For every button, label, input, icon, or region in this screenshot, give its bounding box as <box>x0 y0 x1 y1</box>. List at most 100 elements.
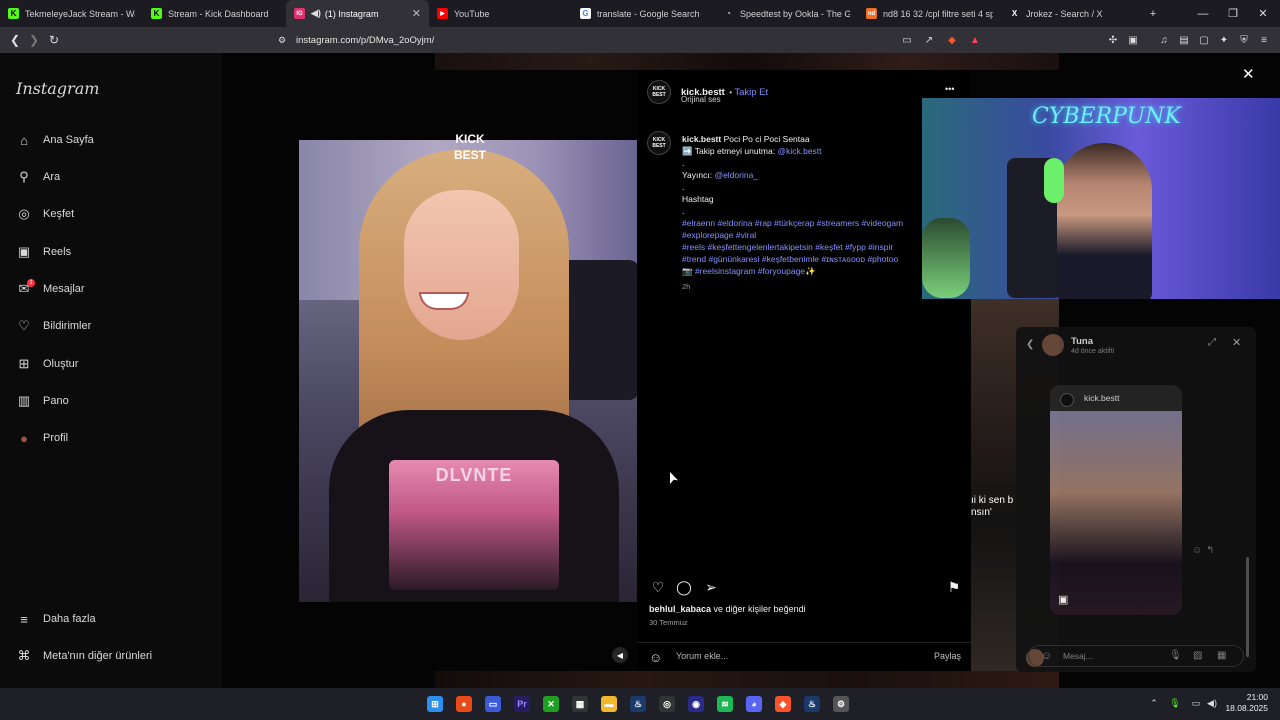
sidebar-item-more[interactable]: ≡ Daha fazla <box>16 608 95 630</box>
comment-icon[interactable]: ◯ <box>675 578 693 596</box>
react-emoji-icon[interactable]: ☺ <box>1192 545 1202 556</box>
start-windows-icon[interactable]: ⊞ <box>427 696 443 712</box>
follow-button[interactable]: Takip Et <box>734 87 768 98</box>
brave-rewards-icon[interactable]: ▲ <box>968 33 982 47</box>
settings-gear-icon[interactable]: ⚙ <box>833 696 849 712</box>
author-avatar[interactable]: KICK BEST <box>647 80 671 104</box>
speaker-icon[interactable]: ◀) <box>311 8 321 19</box>
cast-icon[interactable]: ▭ <box>900 33 914 47</box>
sidebar-item-notifications[interactable]: ♡ Bildirimler <box>16 315 91 337</box>
url-bar[interactable]: ⚙ instagram.com/p/DMva_2oOyjm/ <box>243 30 995 50</box>
emoji-icon[interactable]: ☺ <box>649 650 662 665</box>
sidebar-item-create[interactable]: ⊞ Oluştur <box>16 353 79 375</box>
tab-6[interactable]: nd nd8 16 32 /cpl filtre seti 4 spor <box>858 0 1001 27</box>
instagram-logo[interactable]: Instagram <box>16 79 99 98</box>
folder-icon[interactable]: ▬ <box>601 696 617 712</box>
search-app-icon[interactable]: ◉ <box>688 696 704 712</box>
close-modal-icon[interactable]: ✕ <box>1242 65 1255 83</box>
post-date: 30 Temmuz <box>649 618 688 627</box>
likes-user[interactable]: behlul_kabaca <box>649 604 711 614</box>
sidebar-item-home[interactable]: ⌂ Ana Sayfa <box>16 129 94 151</box>
send-icon[interactable]: ➢ <box>702 578 720 596</box>
steam-icon-2[interactable]: ♨ <box>804 696 820 712</box>
more-options-icon[interactable]: ••• <box>945 84 954 94</box>
sidebar-item-profile[interactable]: ● Profil <box>16 427 68 449</box>
brave-shield-icon[interactable]: ◆ <box>945 33 959 47</box>
tab-1[interactable]: K Stream - Kick Dashboard <box>143 0 286 27</box>
brave-icon[interactable]: ◆ <box>775 696 791 712</box>
url-text[interactable]: instagram.com/p/DMva_2oOyjm/ <box>296 35 434 46</box>
like-heart-icon[interactable]: ♡ <box>649 578 667 596</box>
tab-2[interactable]: IG ◀) (1) Instagram ✕ <box>286 0 429 27</box>
caption-text: ➡️ Takip etmeyi unutma: <box>682 146 778 156</box>
dm-message-input[interactable]: ☺ Mesaj... 🎙 ▨ ▦ <box>1028 645 1244 667</box>
tray-network-icon[interactable]: ▭ <box>1190 697 1202 709</box>
reload-icon[interactable]: ↻ <box>46 32 62 48</box>
minimize-icon[interactable]: — <box>1188 0 1218 27</box>
shared-reel-card[interactable]: kick.bestt ▣ <box>1050 385 1182 615</box>
extensions-icon[interactable]: ✣ <box>1106 33 1120 47</box>
sidebar-item-messages[interactable]: ✉ 1 Mesajlar <box>16 278 85 300</box>
maximize-icon[interactable]: ❐ <box>1218 0 1248 27</box>
music-icon[interactable]: ♫ <box>1157 33 1171 47</box>
tray-mic-icon[interactable]: 🎙 <box>1169 697 1181 709</box>
share-icon[interactable]: ↗ <box>922 33 936 47</box>
sidebar-icon[interactable]: ▤ <box>1177 33 1191 47</box>
tray-chevron-icon[interactable]: ⌃ <box>1148 697 1160 709</box>
tab-3[interactable]: ▶ YouTube <box>429 0 572 27</box>
microphone-icon[interactable]: 🎙 <box>1169 650 1182 661</box>
tab-0[interactable]: K TekmeleyeJack Stream - Watch <box>0 0 143 27</box>
close-tab-icon[interactable]: ✕ <box>412 7 421 20</box>
reel-video[interactable]: DLVNTE <box>299 140 637 602</box>
new-tab-button[interactable]: + <box>1138 0 1168 27</box>
steam-icon[interactable]: ♨ <box>630 696 646 712</box>
likes-summary[interactable]: behlul_kabaca ve diğer kişiler beğendi <box>649 604 806 614</box>
tray-volume-icon[interactable]: ◀) <box>1206 697 1218 709</box>
comment-input[interactable]: Yorum ekle... <box>676 651 728 661</box>
audio-label[interactable]: Orijinal ses <box>681 95 721 104</box>
tab-7[interactable]: X Jrokez - Search / X <box>1001 0 1144 27</box>
emoji-icon[interactable]: ☺ <box>1041 650 1052 662</box>
premiere-icon[interactable]: Pr <box>514 696 530 712</box>
obs-studio-icon[interactable]: ◎ <box>659 696 675 712</box>
expand-icon[interactable]: ⤢ <box>1208 337 1216 348</box>
sidebar-item-explore[interactable]: ◎ Keşfet <box>16 203 74 225</box>
image-icon[interactable]: ▨ <box>1193 650 1202 661</box>
dm-scrollbar[interactable] <box>1246 557 1249 657</box>
spotify-icon[interactable]: ≋ <box>717 696 733 712</box>
back-icon[interactable]: ❮ <box>7 32 23 48</box>
firefox-icon[interactable]: ● <box>456 696 472 712</box>
tab-4[interactable]: Gtranslate - Google Search <box>572 0 715 27</box>
vpn-icon[interactable]: ⛨ <box>1237 33 1251 47</box>
caption-author[interactable]: kick.bestt <box>682 134 721 144</box>
back-icon[interactable]: ❮ <box>1026 339 1034 350</box>
menu-icon[interactable]: ≡ <box>1257 33 1271 47</box>
dm-avatar[interactable] <box>1042 334 1064 356</box>
mute-icon[interactable]: ◀ <box>612 647 628 663</box>
caption-avatar[interactable]: KICK BEST <box>647 131 671 155</box>
close-window-icon[interactable]: ✕ <box>1248 0 1278 27</box>
sidebar-item-dashboard[interactable]: ▥ Pano <box>16 390 69 412</box>
sidebar-item-meta[interactable]: ⌘ Meta'nın diğer ürünleri <box>16 645 153 667</box>
caption-mention[interactable]: @kick.bestt <box>777 146 821 156</box>
dm-contact-name[interactable]: Tuna <box>1071 336 1093 347</box>
forward-icon[interactable]: ❯ <box>26 32 42 48</box>
taskbar-clock[interactable]: 21:00 18.08.2025 <box>1225 692 1268 714</box>
app-icon[interactable]: ▭ <box>485 696 501 712</box>
ai-icon[interactable]: ✦ <box>1217 33 1231 47</box>
xbox-icon[interactable]: ✕ <box>543 696 559 712</box>
discord-icon[interactable]: ◕ <box>746 696 762 712</box>
sidebar-item-reels[interactable]: ▣ Reels <box>16 241 71 263</box>
caption-mention[interactable]: @eldorina_ <box>714 170 758 180</box>
sticker-icon[interactable]: ▦ <box>1217 650 1226 661</box>
site-settings-icon[interactable]: ⚙ <box>274 32 290 48</box>
tab-5[interactable]: ◔ Speedtest by Ookla - The Glob <box>715 0 858 27</box>
screenshot-icon[interactable]: ▣ <box>1126 33 1140 47</box>
sidebar-item-search[interactable]: ⚲ Ara <box>16 166 60 188</box>
reply-icon[interactable]: ↰ <box>1206 545 1214 556</box>
post-comment-button[interactable]: Paylaş <box>934 651 961 661</box>
obs-icon[interactable]: ▦ <box>572 696 588 712</box>
save-bookmark-icon[interactable]: ⚑ <box>945 578 963 596</box>
close-dm-icon[interactable]: ✕ <box>1232 336 1241 349</box>
wallet-icon[interactable]: ▢ <box>1197 33 1211 47</box>
